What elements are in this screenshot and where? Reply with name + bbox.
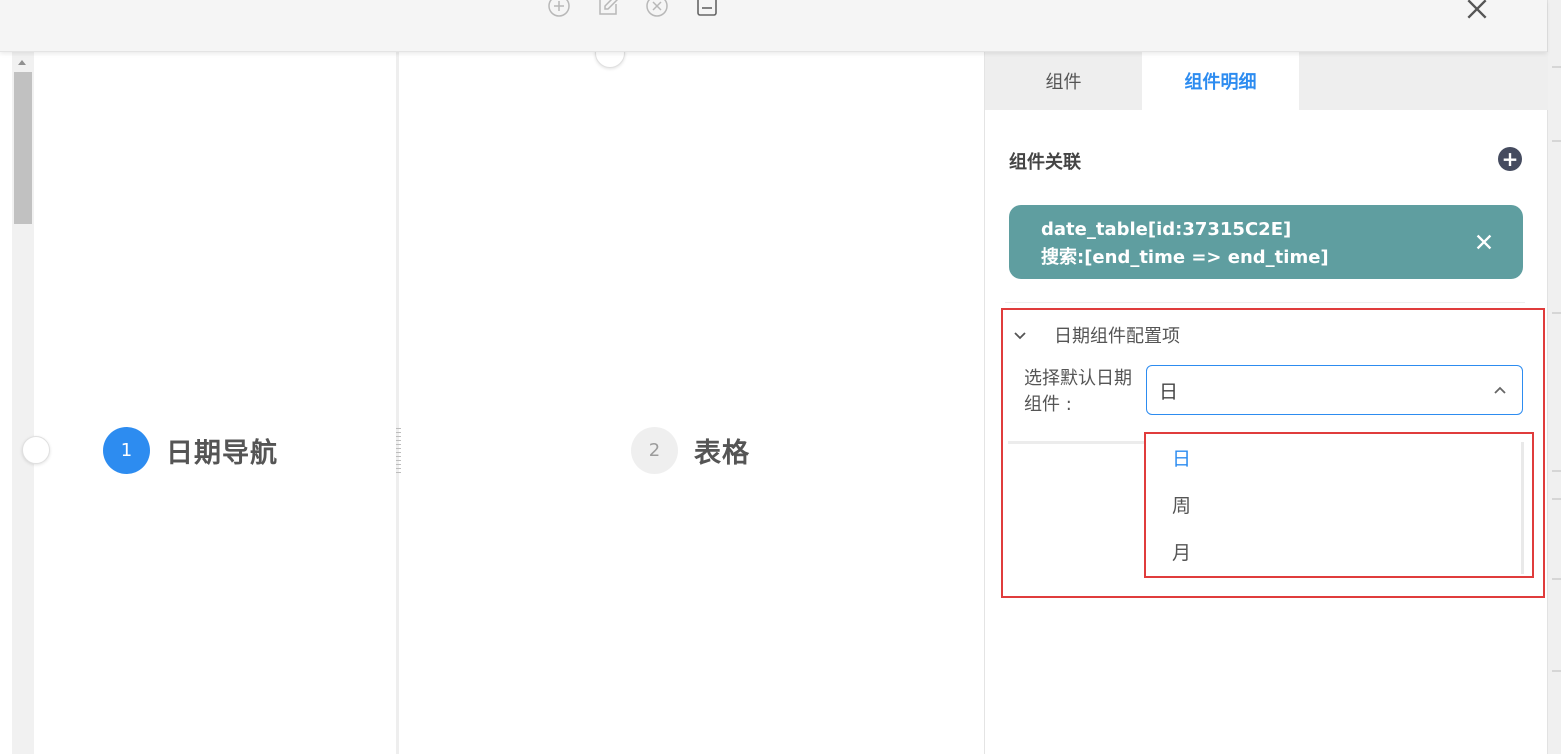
dropdown-scroll-edge: [1521, 442, 1524, 574]
relation-mapping: 搜索:[end_time => end_time]: [1041, 247, 1329, 268]
window-scroll-gutter: [1547, 0, 1561, 754]
vertical-scrollbar[interactable]: [12, 52, 34, 754]
remove-relation-icon[interactable]: [1473, 231, 1495, 253]
scroll-thumb[interactable]: [14, 72, 32, 224]
select-value: 日: [1159, 381, 1179, 403]
relation-card: date_table[id:37315C2E] 搜索:[end_time => …: [1009, 205, 1523, 279]
tab-component-details[interactable]: 组件明细: [1142, 52, 1299, 110]
select-dropdown: 日 周 月: [1144, 432, 1534, 578]
option-week[interactable]: 周: [1172, 491, 1191, 518]
step-table[interactable]: 2 表格: [631, 427, 750, 474]
save-icon[interactable]: [695, 0, 719, 18]
edit-icon[interactable]: [596, 0, 620, 18]
divider: [1005, 302, 1525, 303]
default-date-label: 选择默认日期组件 :: [1024, 368, 1132, 415]
resize-handle[interactable]: [396, 428, 401, 476]
default-date-select[interactable]: 日: [1146, 365, 1523, 415]
close-circle-icon[interactable]: [645, 0, 669, 18]
plus-icon: +: [1501, 147, 1519, 171]
flow-canvas: [36, 52, 984, 754]
tab-components[interactable]: 组件: [985, 52, 1142, 110]
column-divider: [396, 52, 399, 754]
option-day[interactable]: 日: [1172, 444, 1191, 471]
panel-tabs: 组件 组件明细: [985, 52, 1548, 110]
connector-dot-left[interactable]: [22, 436, 50, 464]
section-title: 组件关联: [1009, 152, 1081, 173]
close-icon[interactable]: [1464, 0, 1490, 22]
collapse-header-date-config[interactable]: 日期组件配置项: [1012, 322, 1180, 348]
relation-target: date_table[id:37315C2E]: [1041, 219, 1292, 240]
option-month[interactable]: 月: [1172, 538, 1191, 565]
collapse-title: 日期组件配置项: [1054, 326, 1180, 347]
step-number: 2: [631, 427, 678, 474]
scroll-up-icon[interactable]: [18, 60, 26, 65]
step-date-navigation[interactable]: 1 日期导航: [103, 427, 278, 474]
step-title: 日期导航: [166, 438, 278, 469]
top-toolbar: [0, 0, 1547, 52]
chevron-down-icon: [1012, 327, 1028, 343]
chevron-up-icon: [1492, 382, 1508, 398]
step-number: 1: [103, 427, 150, 474]
add-relation-button[interactable]: +: [1498, 147, 1522, 171]
add-circle-icon[interactable]: [547, 0, 571, 18]
step-title: 表格: [694, 438, 750, 469]
